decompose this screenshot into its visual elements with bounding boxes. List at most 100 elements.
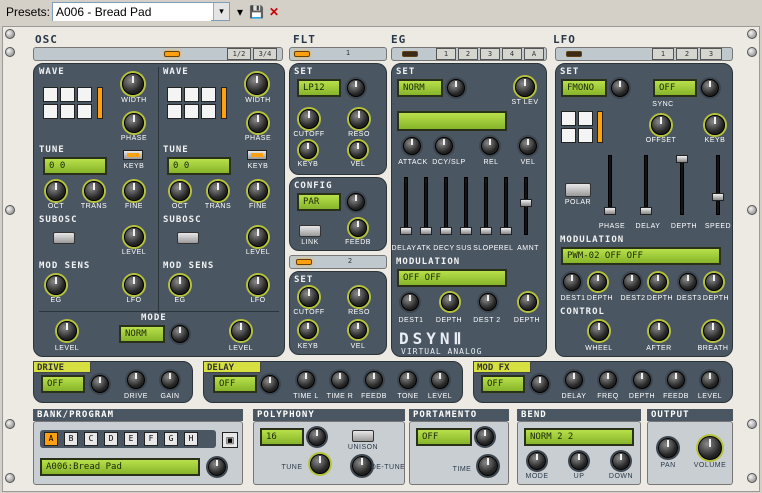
bank-button-f[interactable]: F — [144, 432, 158, 446]
flt2-vel-knob[interactable] — [349, 321, 367, 339]
lfo-keyb-knob[interactable] — [705, 115, 725, 135]
osc2-level-knob[interactable] — [231, 321, 251, 341]
lfo-offset-knob[interactable] — [651, 115, 671, 135]
osc2-lfo-knob[interactable] — [248, 275, 268, 295]
lfo-sync-knob[interactable] — [701, 79, 719, 97]
modfx-feedb-knob[interactable] — [667, 371, 685, 389]
eg-mode-display[interactable]: NORM — [397, 79, 443, 97]
gain-knob[interactable] — [161, 371, 179, 389]
sine-wave-icon[interactable] — [561, 111, 576, 126]
modfx-freq-knob[interactable] — [599, 371, 617, 389]
eg-rel-fader[interactable] — [500, 227, 512, 235]
delay-tone-knob[interactable] — [399, 371, 417, 389]
eg-mode-knob[interactable] — [447, 79, 465, 97]
eg-attack-knob[interactable] — [403, 137, 421, 155]
random-wave-icon[interactable] — [578, 128, 593, 143]
modfx-display[interactable]: OFF — [481, 375, 525, 393]
eg-stlev-knob[interactable] — [515, 77, 535, 97]
noise-wave-icon[interactable] — [201, 104, 216, 119]
osc2-fine-knob[interactable] — [248, 181, 268, 201]
lfo-tab-2[interactable]: 2 — [676, 48, 698, 60]
bend-up-knob[interactable] — [570, 452, 588, 470]
osc1-keyb-button[interactable] — [123, 150, 143, 160]
osc2-eg-knob[interactable] — [170, 275, 190, 295]
eg-slope-fader[interactable] — [480, 227, 492, 235]
flt-tab-2[interactable]: 2 — [340, 256, 360, 268]
delay-timer-knob[interactable] — [331, 371, 349, 389]
osc2-width-knob[interactable] — [246, 73, 268, 95]
osc1-fine-knob[interactable] — [124, 181, 144, 201]
sine-wave-icon[interactable] — [167, 87, 182, 102]
close-icon[interactable]: ✕ — [266, 3, 282, 21]
delay-level-knob[interactable] — [431, 371, 449, 389]
eg-tab-1[interactable]: 1 — [436, 48, 456, 60]
drive-knob[interactable] — [127, 371, 145, 389]
modfx-delay-knob[interactable] — [565, 371, 583, 389]
osc2-tune-display[interactable]: 0 0 — [167, 157, 231, 175]
osc1-width-knob[interactable] — [122, 73, 144, 95]
program-knob[interactable] — [208, 458, 226, 476]
eg-atk-fader[interactable] — [420, 227, 432, 235]
flt-feedb-knob[interactable] — [349, 219, 367, 237]
bank-button-e[interactable]: E — [124, 432, 138, 446]
flt-reso-knob[interactable] — [349, 109, 369, 129]
preset-combobox[interactable]: ▾ — [52, 2, 230, 21]
preset-menu-button[interactable]: ▾ — [232, 3, 248, 21]
lfo-mod-display[interactable]: PWM-02 OFF OFF — [561, 247, 721, 265]
eg-delay-fader[interactable] — [400, 227, 412, 235]
saw-wave-icon[interactable] — [77, 87, 92, 102]
bank-button-d[interactable]: D — [104, 432, 118, 446]
portamento-display[interactable]: OFF — [416, 428, 472, 446]
lfo-sync-display[interactable]: OFF — [653, 79, 697, 97]
drive-mode-knob[interactable] — [91, 375, 109, 393]
detune-knob[interactable] — [352, 456, 372, 476]
lfo-delay-fader[interactable] — [640, 207, 652, 215]
unison-tune-knob[interactable] — [310, 454, 330, 474]
bank-button-c[interactable]: C — [84, 432, 98, 446]
bank-save-icon[interactable]: ▣ — [222, 432, 238, 448]
unison-button[interactable] — [352, 430, 374, 442]
eg-dest1-knob[interactable] — [401, 293, 419, 311]
osc2-oct-knob[interactable] — [170, 181, 190, 201]
osc-tab-12[interactable]: 1/2 — [227, 48, 251, 60]
saw-wave-icon[interactable] — [201, 87, 216, 102]
osc1-phase-knob[interactable] — [124, 113, 144, 133]
polyphony-knob[interactable] — [308, 428, 326, 446]
eg-release-knob[interactable] — [481, 137, 499, 155]
modfx-level-knob[interactable] — [701, 371, 719, 389]
lfo-dest2-knob[interactable] — [623, 273, 641, 291]
sine-wave-icon[interactable] — [43, 87, 58, 102]
save-icon[interactable]: 💾 — [248, 3, 264, 21]
bend-display[interactable]: NORM 2 2 — [524, 428, 634, 446]
osc2-sublevel-knob[interactable] — [248, 227, 268, 247]
polyphony-display[interactable]: 16 — [260, 428, 304, 446]
flt-cutoff-knob[interactable] — [299, 109, 319, 129]
osc2-phase-knob[interactable] — [248, 113, 268, 133]
lfo-tab-3[interactable]: 3 — [700, 48, 722, 60]
flt-vel-knob[interactable] — [349, 141, 367, 159]
osc1-trans-knob[interactable] — [84, 181, 104, 201]
modfx-depth-knob[interactable] — [633, 371, 651, 389]
lfo-depth2-knob[interactable] — [649, 273, 667, 291]
osc1-sublevel-knob[interactable] — [124, 227, 144, 247]
square-wave-icon[interactable] — [167, 104, 182, 119]
lfo-phase-fader[interactable] — [604, 207, 616, 215]
eg-tab-a[interactable]: A — [524, 48, 544, 60]
drive-display[interactable]: OFF — [41, 375, 85, 393]
lfo-depth-fader[interactable] — [676, 155, 688, 163]
osc1-lfo-knob[interactable] — [124, 275, 144, 295]
lfo-tab-1[interactable]: 1 — [652, 48, 674, 60]
bank-button-b[interactable]: B — [64, 432, 78, 446]
flt-type-display[interactable]: LP12 — [297, 79, 341, 97]
modfx-mode-knob[interactable] — [531, 375, 549, 393]
osc1-tune-display[interactable]: 0 0 — [43, 157, 107, 175]
osc2-trans-knob[interactable] — [208, 181, 228, 201]
lfo-depth3-knob[interactable] — [705, 273, 723, 291]
eg-vel-knob[interactable] — [519, 137, 537, 155]
osc1-subosc-button[interactable] — [53, 232, 75, 244]
eg-tab-3[interactable]: 3 — [480, 48, 500, 60]
wheel-knob[interactable] — [589, 321, 609, 341]
osc-tab-34[interactable]: 3/4 — [253, 48, 277, 60]
lfo-depth1-knob[interactable] — [589, 273, 607, 291]
lfo-speed-fader[interactable] — [712, 193, 724, 201]
